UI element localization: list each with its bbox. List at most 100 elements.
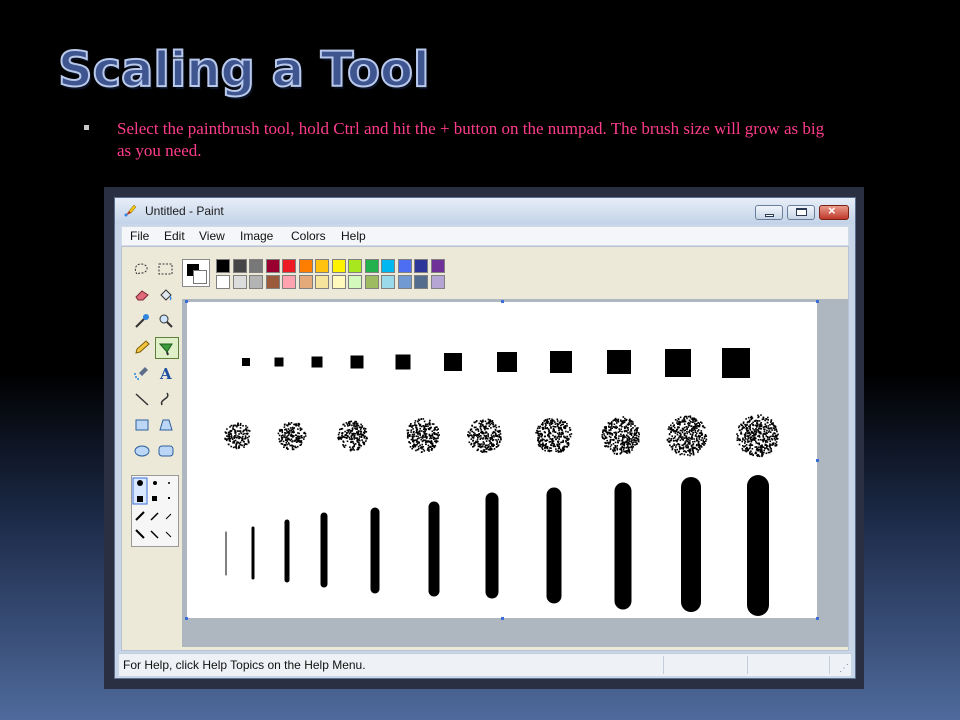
airbrush-mark (601, 416, 640, 455)
drawing-canvas[interactable] (187, 302, 817, 618)
airbrush-icon[interactable] (131, 363, 155, 385)
menu-help[interactable]: Help (341, 229, 366, 243)
square-brush-mark (607, 350, 631, 374)
resize-handle[interactable] (501, 617, 504, 620)
square-brush-mark (395, 354, 411, 370)
background-color[interactable] (193, 270, 207, 284)
current-colors[interactable] (182, 259, 210, 287)
palette-swatch[interactable] (414, 275, 428, 289)
palette-swatch[interactable] (331, 259, 346, 273)
menu-colors[interactable]: Colors (291, 229, 326, 243)
airbrush-mark (406, 418, 440, 453)
ellipse-icon[interactable] (131, 441, 155, 463)
rounded-rectangle-icon[interactable] (155, 441, 179, 463)
airbrush-mark (535, 418, 573, 453)
palette-swatch[interactable] (381, 275, 395, 289)
slide-title: Scaling a Tool (57, 41, 430, 99)
minimize-icon (765, 214, 774, 217)
pencil-icon[interactable] (131, 337, 155, 359)
menu-edit[interactable]: Edit (164, 229, 185, 243)
palette-swatch[interactable] (315, 275, 329, 289)
maximize-icon (796, 208, 807, 216)
line-brush-strokes (225, 475, 769, 616)
airbrush-mark (467, 418, 502, 453)
palette-swatch[interactable] (414, 259, 428, 273)
palette-swatch[interactable] (249, 275, 263, 289)
paint-app-icon (124, 204, 137, 217)
svg-text:A: A (159, 365, 172, 381)
palette-swatch[interactable] (430, 259, 445, 273)
select-icon[interactable] (155, 259, 179, 281)
airbrush-mark (277, 422, 307, 451)
magnifier-icon[interactable] (155, 311, 179, 333)
resize-handle[interactable] (816, 300, 819, 303)
palette-swatch[interactable] (298, 275, 313, 289)
resize-handle[interactable] (185, 617, 188, 620)
free-form-select-icon[interactable] (131, 259, 155, 281)
resize-grip-icon[interactable]: ⋰ (839, 664, 849, 674)
text-icon[interactable]: A (155, 363, 179, 385)
palette-swatch[interactable] (348, 259, 362, 273)
resize-handle[interactable] (185, 300, 188, 303)
polygon-icon[interactable] (155, 415, 179, 437)
status-divider (663, 656, 664, 674)
paint-window: Untitled - Paint × File Edit View Image … (114, 197, 856, 679)
resize-handle[interactable] (501, 300, 504, 303)
toolbox: A (125, 255, 179, 547)
palette-swatch[interactable] (364, 275, 379, 289)
square-brush-mark (665, 349, 691, 377)
status-divider (747, 656, 748, 674)
palette-swatch[interactable] (282, 275, 296, 289)
status-text: For Help, click Help Topics on the Help … (123, 658, 366, 672)
brush-icon[interactable] (155, 337, 179, 359)
curve-icon[interactable] (155, 389, 179, 411)
menu-view[interactable]: View (199, 229, 225, 243)
palette-swatch[interactable] (430, 275, 445, 289)
square-brush-mark (722, 348, 750, 378)
close-icon: × (828, 203, 836, 218)
palette-swatch[interactable] (216, 259, 230, 273)
palette-swatch[interactable] (232, 259, 247, 273)
close-button[interactable]: × (819, 203, 849, 220)
palette-swatch[interactable] (315, 259, 329, 273)
palette-swatch[interactable] (216, 275, 230, 289)
line-icon[interactable] (131, 389, 155, 411)
square-brush-strokes (242, 348, 750, 378)
menu-image[interactable]: Image (240, 229, 273, 243)
resize-handle[interactable] (816, 617, 819, 620)
status-divider (829, 656, 830, 674)
window-title: Untitled - Paint (145, 204, 224, 218)
palette-swatch[interactable] (282, 259, 296, 273)
maximize-button[interactable] (787, 205, 815, 220)
color-palette (216, 259, 456, 291)
palette-swatch[interactable] (331, 275, 346, 289)
resize-handle[interactable] (816, 459, 819, 462)
palette-swatch[interactable] (397, 275, 412, 289)
color-picker-icon[interactable] (131, 311, 155, 333)
fill-icon[interactable] (155, 285, 179, 307)
menu-bar: File Edit View Image Colors Help (121, 226, 849, 246)
airbrush-mark (666, 415, 708, 457)
minimize-button[interactable] (755, 205, 783, 220)
bullet-text: Select the paintbrush tool, hold Ctrl an… (117, 119, 825, 160)
canvas-area (182, 299, 848, 647)
menu-file[interactable]: File (130, 229, 149, 243)
palette-swatch[interactable] (348, 275, 362, 289)
palette-swatch[interactable] (381, 259, 395, 273)
square-brush-mark (242, 358, 250, 366)
palette-swatch[interactable] (364, 259, 379, 273)
brush-shape-options[interactable] (131, 475, 179, 547)
airbrush-mark (736, 414, 779, 458)
eraser-icon[interactable] (131, 285, 155, 307)
title-bar[interactable]: Untitled - Paint × (115, 198, 855, 224)
palette-swatch[interactable] (249, 259, 263, 273)
palette-swatch[interactable] (265, 275, 280, 289)
palette-swatch[interactable] (397, 259, 412, 273)
palette-swatch[interactable] (232, 275, 247, 289)
palette-swatch[interactable] (265, 259, 280, 273)
bullet-marker (84, 125, 89, 130)
square-brush-mark (311, 356, 323, 368)
palette-swatch[interactable] (298, 259, 313, 273)
airbrush-mark (224, 422, 251, 450)
rectangle-icon[interactable] (131, 415, 155, 437)
